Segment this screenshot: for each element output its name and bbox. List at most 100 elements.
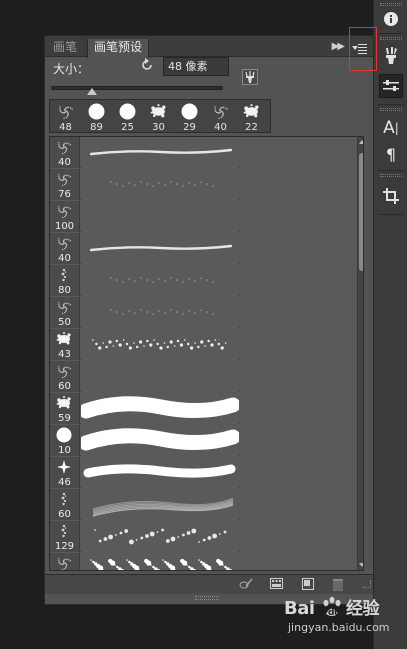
recent-brush-tip[interactable]: 29 <box>174 100 205 134</box>
brush-preset-row[interactable]: 40 <box>50 233 240 264</box>
preset-thumbnail: 60 <box>50 489 80 520</box>
speckle-tip-icon <box>56 171 72 187</box>
round-tip-icon <box>181 103 198 120</box>
preset-thumbnail: 40 <box>50 233 80 264</box>
preset-thumbnail: 40 <box>50 137 80 168</box>
strip-grip[interactable] <box>380 37 402 40</box>
stroke-preview <box>81 393 239 424</box>
recent-brushes-row: 48 89 25 30 29 40 22 <box>49 99 271 133</box>
stroke-preview <box>81 329 239 360</box>
size-slider-track[interactable] <box>51 86 223 90</box>
strip-grip[interactable] <box>380 108 402 111</box>
brush-preset-row[interactable]: 43 <box>50 329 240 360</box>
stroke-preview <box>81 137 239 168</box>
recent-brush-tip[interactable]: 48 <box>50 100 81 134</box>
delete-preset-icon[interactable] <box>331 578 345 592</box>
stroke-preview <box>81 553 239 570</box>
size-slider-thumb[interactable] <box>87 88 98 95</box>
stroke-preview <box>81 297 239 328</box>
brush-size-label: 22 <box>245 122 258 133</box>
svg-text:du: du <box>328 608 340 618</box>
recent-brush-tip[interactable]: 22 <box>236 100 267 134</box>
stroke-preview <box>81 489 239 520</box>
dots-tip-icon <box>56 491 72 507</box>
scrollbar-thumb[interactable] <box>359 153 363 271</box>
brush-preset-row[interactable]: 50 <box>50 297 240 328</box>
size-label: 大小： <box>53 62 90 76</box>
brush-preset-row[interactable] <box>50 553 240 570</box>
preset-thumbnail: 76 <box>50 169 80 200</box>
menu-highlight-box <box>349 27 377 71</box>
paragraph-icon[interactable]: ¶ <box>379 142 403 166</box>
brush-preset-row[interactable]: 40 <box>50 137 240 168</box>
brush-grid-icon[interactable] <box>269 578 283 591</box>
round-tip-icon <box>88 103 105 120</box>
toggle-brush-panel-icon[interactable] <box>242 69 258 85</box>
brush-size-label: 100 <box>54 221 75 232</box>
brush-presets-panel: 画笔 画笔预设 ▶▶ 大小： 48 像素 48 89 25 30 29 40 22 40 76… <box>44 35 374 605</box>
splatter-tip-icon <box>56 395 72 411</box>
stroke-preview <box>81 425 239 456</box>
speckle-tip-icon <box>56 299 72 315</box>
brush-presets-icon[interactable] <box>379 74 403 98</box>
preset-thumbnail <box>50 553 80 570</box>
panel-bottom-bar <box>45 574 373 594</box>
brush-preset-row[interactable]: 60 <box>50 489 240 520</box>
preset-thumbnail: 10 <box>50 425 80 456</box>
brush-preset-row[interactable]: 76 <box>50 169 240 200</box>
brush-icon[interactable] <box>379 44 403 68</box>
brush-size-label: 25 <box>121 122 134 133</box>
speckle-tip-icon <box>57 103 74 120</box>
preset-thumbnail: 50 <box>50 297 80 328</box>
brush-preset-list: 40 76 100 40 80 50 43 60 59 10 46 60 129 <box>49 136 364 571</box>
tab-brush[interactable]: 画笔 <box>47 39 83 57</box>
info-icon[interactable] <box>379 7 403 31</box>
scroll-up-icon[interactable] <box>359 140 363 144</box>
brush-size-label: 10 <box>58 445 71 456</box>
brush-preset-row[interactable]: 100 <box>50 201 240 232</box>
speckle-tip-icon <box>56 203 72 219</box>
panel-bottom-grip[interactable] <box>195 596 219 600</box>
size-input[interactable]: 48 像素 <box>163 57 229 76</box>
recent-brush-tip[interactable]: 89 <box>81 100 112 134</box>
crop-icon[interactable] <box>379 184 403 208</box>
stroke-preview <box>81 361 239 392</box>
brush-preset-row[interactable]: 129 <box>50 521 240 552</box>
preset-thumbnail: 80 <box>50 265 80 296</box>
scroll-down-icon[interactable] <box>359 563 363 567</box>
svg-text:经验: 经验 <box>346 598 380 619</box>
star-tip-icon <box>56 459 72 475</box>
brush-size-label: 76 <box>58 189 71 200</box>
brush-preset-row[interactable]: 80 <box>50 265 240 296</box>
collapse-panel-icon[interactable]: ▶▶ <box>332 41 345 52</box>
toggle-live-tip-icon[interactable] <box>239 578 253 591</box>
recent-brush-tip[interactable]: 40 <box>205 100 236 134</box>
brush-preset-row[interactable]: 60 <box>50 361 240 392</box>
recent-brush-tip[interactable]: 30 <box>143 100 174 134</box>
brush-preset-row[interactable]: 46 <box>50 457 240 488</box>
recent-brush-tip[interactable]: 25 <box>112 100 143 134</box>
panel-resize-grip[interactable] <box>363 580 371 588</box>
brush-size-label: 60 <box>58 381 71 392</box>
strip-separator <box>378 214 404 215</box>
speckle-tip-icon <box>56 235 72 251</box>
tab-brush-presets[interactable]: 画笔预设 <box>87 39 150 58</box>
reset-size-icon[interactable] <box>140 58 154 72</box>
preset-thumbnail: 59 <box>50 393 80 424</box>
character-icon[interactable]: A | <box>379 116 403 140</box>
preset-list-scrollbar[interactable] <box>357 137 363 570</box>
strip-separator <box>378 33 404 34</box>
splatter-tip-icon <box>150 103 167 120</box>
round-tip-icon <box>119 103 136 120</box>
brush-preset-row[interactable]: 10 <box>50 425 240 456</box>
stroke-preview <box>81 265 239 296</box>
brush-size-label: 29 <box>183 122 196 133</box>
preset-thumbnail: 43 <box>50 329 80 360</box>
splatter-tip-icon <box>56 331 72 347</box>
strip-grip[interactable] <box>380 174 402 177</box>
brush-size-label: 48 <box>59 122 72 133</box>
new-preset-icon[interactable] <box>301 578 315 591</box>
splatter-tip-icon <box>243 103 260 120</box>
strip-grip[interactable] <box>380 3 402 6</box>
brush-preset-row[interactable]: 59 <box>50 393 240 424</box>
